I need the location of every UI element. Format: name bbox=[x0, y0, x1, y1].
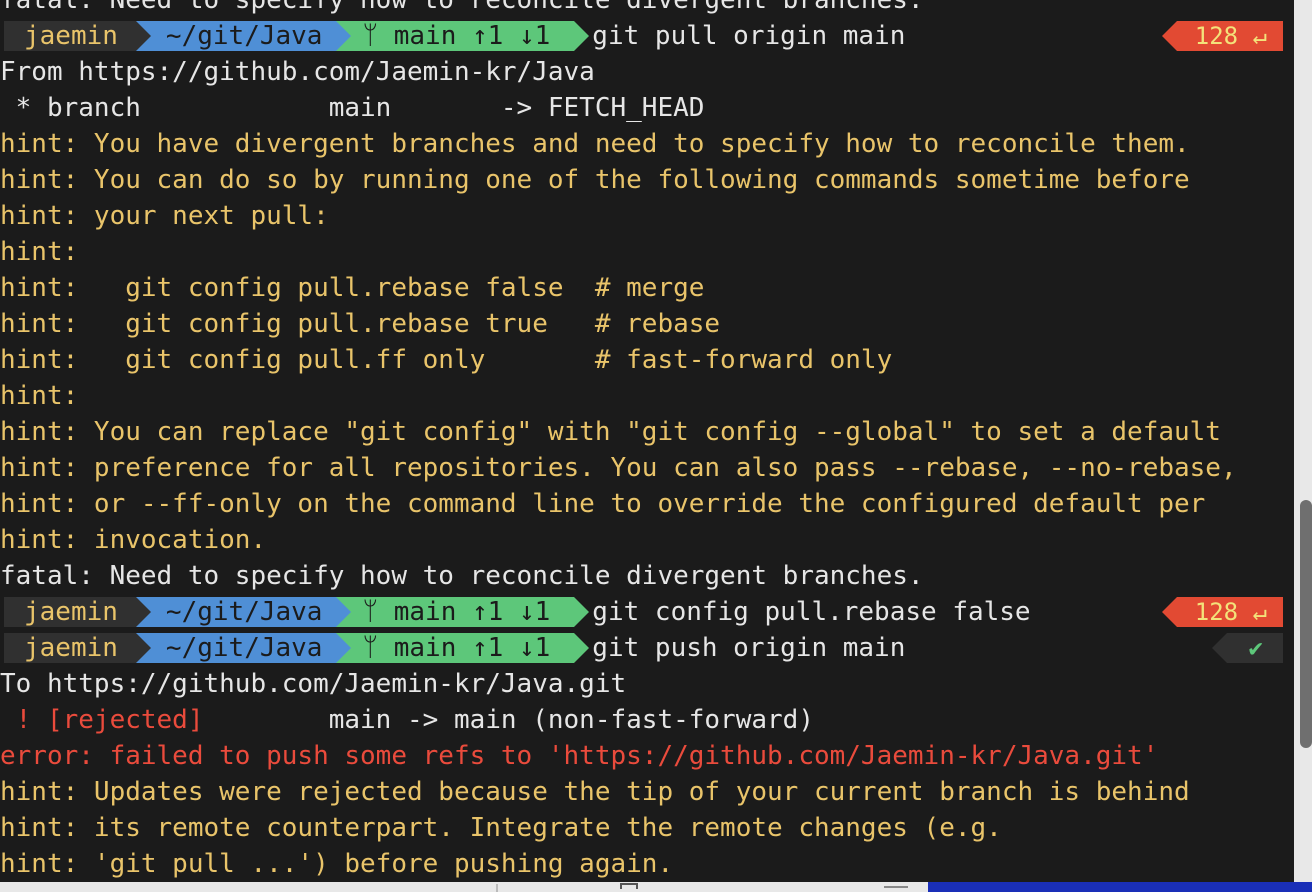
output-line: From https://github.com/Jaemin-kr/Java bbox=[0, 57, 595, 87]
output-line: hint: bbox=[0, 381, 79, 411]
exit-code: 128 ↵ bbox=[1194, 598, 1267, 626]
prompt-user-segment: jaemin bbox=[4, 597, 151, 627]
prompt-line: jaemin ~/git/Java ᛘ main ↑1 ↓1 git config p… bbox=[0, 594, 1294, 630]
prompt-user: jaemin bbox=[24, 633, 118, 663]
output-line: hint: 'git pull ...') before pushing aga… bbox=[0, 849, 674, 879]
segment-separator bbox=[1211, 633, 1227, 663]
exit-status-error: 128 ↵ bbox=[1161, 597, 1283, 627]
prompt-behind: ↓1 bbox=[518, 21, 551, 51]
segment-separator bbox=[336, 597, 352, 627]
prompt-behind: ↓1 bbox=[518, 597, 551, 627]
exit-code: ✔ bbox=[1248, 634, 1263, 662]
segment-separator bbox=[135, 597, 151, 627]
prompt-line: jaemin ~/git/Java ᛘ main ↑1 ↓1 git push ori… bbox=[0, 630, 1294, 666]
prompt-behind: ↓1 bbox=[518, 633, 551, 663]
prompt-user-segment: jaemin bbox=[4, 633, 151, 663]
prompt-git-segment: ᛘ main ↑1 ↓1 bbox=[336, 597, 590, 627]
branch-icon: ᛘ bbox=[362, 597, 379, 627]
output-line: hint: git config pull.rebase true # reba… bbox=[0, 309, 721, 339]
output-line: hint: or --ff-only on the command line t… bbox=[0, 489, 1206, 519]
rejected-mark: ! [rejected] bbox=[0, 705, 204, 735]
output-line: hint: your next pull: bbox=[0, 201, 329, 231]
segment-separator bbox=[574, 633, 590, 663]
segment-separator bbox=[135, 633, 151, 663]
prompt-user-segment: jaemin bbox=[4, 21, 151, 51]
segment-separator bbox=[1161, 21, 1177, 51]
branch-icon: ᛘ bbox=[362, 633, 379, 663]
prompt-dir-segment: ~/git/Java bbox=[135, 21, 352, 51]
prompt-git-segment: ᛘ main ↑1 ↓1 bbox=[336, 633, 590, 663]
terminal-output: fatal: Need to specify how to reconcile … bbox=[0, 0, 1294, 882]
prompt-command: git push origin main bbox=[592, 633, 906, 663]
prompt-ahead: ↑1 bbox=[472, 633, 504, 663]
output-line: hint: You can do so by running one of th… bbox=[0, 165, 1190, 195]
output-line: hint: invocation. bbox=[0, 525, 267, 555]
prompt-ahead: ↑1 bbox=[472, 21, 504, 51]
rejected-detail: main -> main (non-fast-forward) bbox=[203, 705, 814, 735]
bottom-divider bbox=[496, 884, 498, 892]
prompt-git-segment: ᛘ main ↑1 ↓1 bbox=[336, 21, 590, 51]
prompt-ahead: ↑1 bbox=[472, 597, 504, 627]
prompt-branch: main bbox=[393, 597, 457, 627]
exit-code: 128 ↵ bbox=[1194, 22, 1267, 50]
prompt-command: git pull origin main bbox=[592, 21, 906, 51]
dock-separator bbox=[884, 886, 908, 888]
prompt-dir: ~/git/Java bbox=[165, 633, 323, 663]
segment-separator bbox=[336, 633, 352, 663]
output-line-rejected: ! [rejected] main -> main (non-fast-forw… bbox=[0, 702, 1294, 738]
prompt-user: jaemin bbox=[24, 21, 118, 51]
prompt-dir: ~/git/Java bbox=[165, 597, 323, 627]
output-line: hint: preference for all repositories. Y… bbox=[0, 453, 1237, 483]
output-line: hint: Updates were rejected because the … bbox=[0, 777, 1190, 807]
output-line: hint: You can replace "git config" with … bbox=[0, 417, 1221, 447]
segment-separator bbox=[336, 21, 352, 51]
terminal-window[interactable]: fatal: Need to specify how to reconcile … bbox=[0, 0, 1294, 882]
dock-indicator-icon bbox=[620, 883, 638, 889]
output-line: hint: git config pull.ff only # fast-for… bbox=[0, 345, 893, 375]
output-line: fatal: Need to specify how to reconcile … bbox=[0, 0, 924, 15]
exit-status-error: 128 ↵ bbox=[1161, 21, 1283, 51]
output-line: hint: its remote counterpart. Integrate … bbox=[0, 813, 1002, 843]
prompt-command: git config pull.rebase false bbox=[592, 597, 1031, 627]
output-line: hint: You have divergent branches and ne… bbox=[0, 129, 1190, 159]
segment-separator bbox=[574, 21, 590, 51]
scrollbar-thumb[interactable] bbox=[1300, 500, 1312, 748]
output-line: To https://github.com/Jaemin-kr/Java.git bbox=[0, 669, 627, 699]
prompt-user: jaemin bbox=[24, 597, 118, 627]
prompt-branch: main bbox=[393, 21, 457, 51]
background-window-edge bbox=[928, 882, 1312, 892]
output-line: hint: bbox=[0, 237, 79, 267]
prompt-dir-segment: ~/git/Java bbox=[135, 633, 352, 663]
output-line: hint: git config pull.rebase false # mer… bbox=[0, 273, 705, 303]
output-line: * branch main -> FETCH_HEAD bbox=[0, 93, 705, 123]
segment-separator bbox=[574, 597, 590, 627]
prompt-branch: main bbox=[393, 633, 457, 663]
prompt-line: jaemin ~/git/Java ᛘ main ↑1 ↓1 git pull ori… bbox=[0, 18, 1294, 54]
output-line: fatal: Need to specify how to reconcile … bbox=[0, 561, 924, 591]
branch-icon: ᛘ bbox=[362, 21, 379, 51]
segment-separator bbox=[135, 21, 151, 51]
segment-separator bbox=[1161, 597, 1177, 627]
prompt-dir: ~/git/Java bbox=[165, 21, 323, 51]
output-line: error: failed to push some refs to 'http… bbox=[0, 741, 1159, 771]
exit-status-ok: ✔ bbox=[1211, 633, 1283, 663]
prompt-dir-segment: ~/git/Java bbox=[135, 597, 352, 627]
